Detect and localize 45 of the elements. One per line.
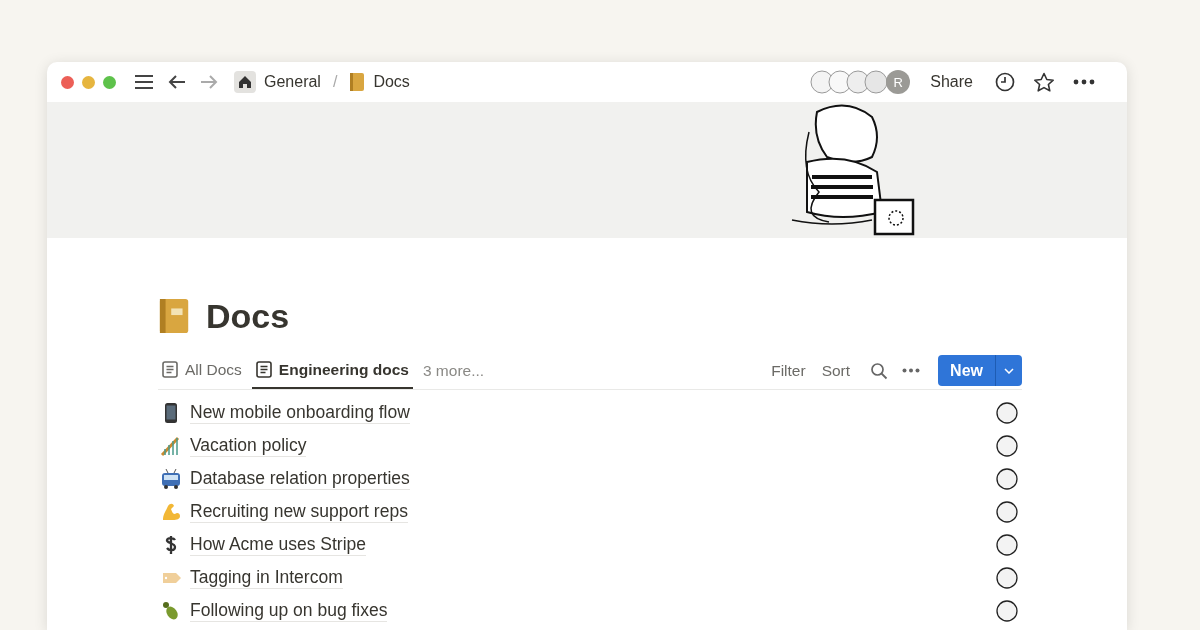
forward-arrow-icon[interactable] xyxy=(200,74,218,90)
doc-title-link[interactable]: Recruiting new support reps xyxy=(190,500,408,523)
caret-icon xyxy=(1004,367,1014,374)
user-avatar xyxy=(996,467,1018,490)
user-avatar xyxy=(996,566,1018,589)
doc-title-link[interactable]: New mobile onboarding flow xyxy=(190,401,410,424)
document-icon xyxy=(255,361,272,378)
user-avatar[interactable] xyxy=(864,70,889,94)
bus-icon xyxy=(160,467,182,490)
dropdown-button[interactable] xyxy=(995,355,1022,386)
roller-coaster-icon xyxy=(160,434,182,457)
new-button[interactable]: New xyxy=(938,355,995,386)
user-avatar xyxy=(996,434,1018,457)
toolbar-button[interactable]: Filter xyxy=(765,359,812,382)
doc-title-link[interactable]: Database relation properties xyxy=(190,467,410,490)
notebook-icon xyxy=(349,72,366,92)
view-tab[interactable]: Engineering docs xyxy=(251,352,413,389)
document-icon xyxy=(162,361,178,378)
doc-title-link[interactable]: How Acme uses Stripe xyxy=(190,533,367,556)
window-control-icon[interactable] xyxy=(103,75,116,89)
menu-icon[interactable] xyxy=(134,74,154,90)
page-title: Docs xyxy=(206,296,290,336)
user-avatar xyxy=(996,599,1018,622)
user-avatar xyxy=(996,401,1018,424)
search-icon[interactable] xyxy=(870,361,889,380)
breadcrumb-link[interactable]: Docs xyxy=(347,70,412,94)
share-button[interactable]: Share xyxy=(926,71,977,93)
home-icon xyxy=(234,71,256,93)
breadcrumb-link[interactable]: General xyxy=(232,69,323,95)
clock-icon[interactable] xyxy=(995,72,1015,92)
toolbar-button[interactable]: Sort xyxy=(815,359,857,382)
breadcrumb-separator: / xyxy=(332,73,338,91)
star-icon[interactable] xyxy=(1033,71,1055,93)
user-avatar xyxy=(996,533,1018,556)
doc-title-link[interactable]: Vacation policy xyxy=(190,434,307,457)
view-tab[interactable]: All Docs xyxy=(158,352,246,389)
doc-title-link[interactable]: Following up on bug fixes xyxy=(190,599,388,622)
user-avatar xyxy=(996,500,1018,523)
window-control-icon[interactable] xyxy=(61,75,74,89)
more-icon[interactable] xyxy=(902,368,921,373)
more-views-link[interactable]: 3 more... xyxy=(418,361,489,380)
back-arrow-icon[interactable] xyxy=(168,74,186,90)
window-control-icon[interactable] xyxy=(82,75,95,89)
doc-title-link[interactable]: Tagging in Intercom xyxy=(190,566,343,589)
more-icon[interactable] xyxy=(1073,79,1095,85)
